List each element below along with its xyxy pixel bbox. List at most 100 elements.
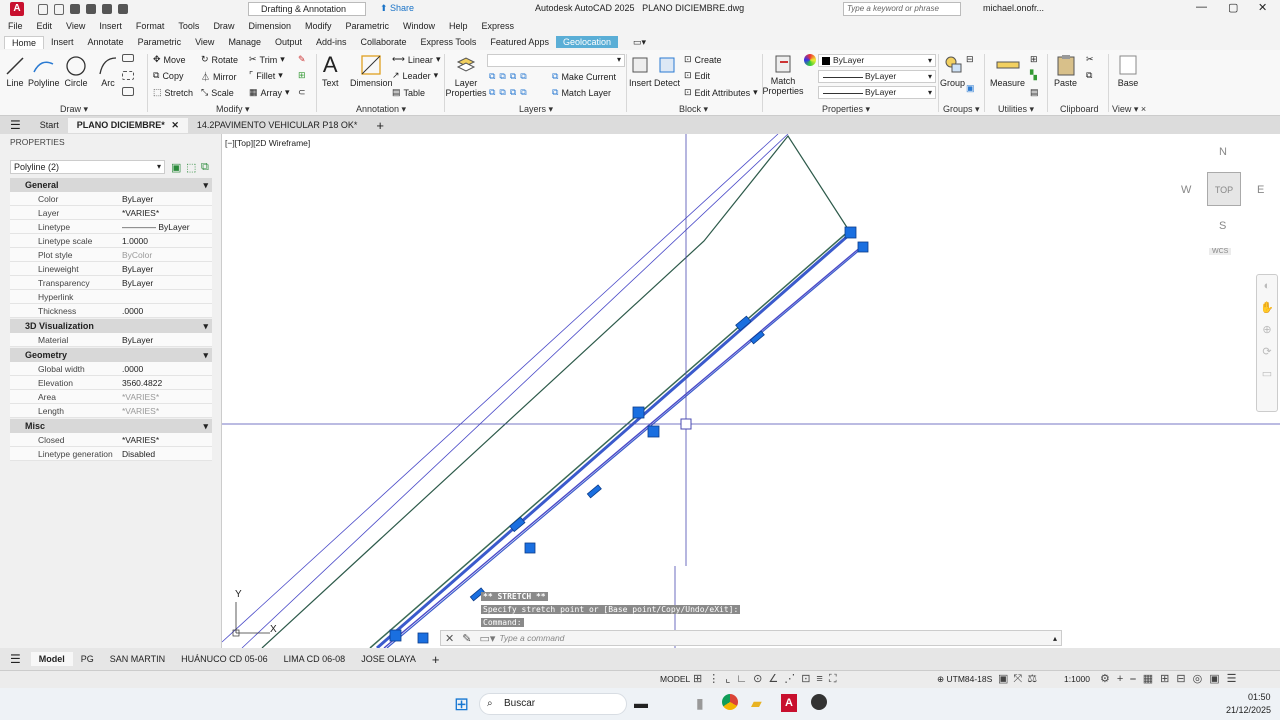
property-row[interactable]: Linetype scale 1.0000 xyxy=(10,234,212,248)
viewcube[interactable]: N W E TOP S WCS xyxy=(1177,142,1264,262)
layout-tab[interactable]: Model xyxy=(30,652,73,666)
collapse-icon[interactable]: ▾ xyxy=(203,350,208,361)
property-row[interactable]: Area *VARIES* xyxy=(10,390,212,404)
property-row[interactable]: Color ByLayer xyxy=(10,192,212,206)
menu-help[interactable]: Help xyxy=(449,21,468,31)
section-misc[interactable]: Misc ▾ xyxy=(10,419,212,433)
close-button[interactable]: ✕ xyxy=(1258,1,1267,14)
edit-block-button[interactable]: ⊡ Edit xyxy=(684,70,710,81)
color-dropdown[interactable]: ByLayer ▾ xyxy=(818,54,936,67)
trim-button[interactable]: ✂ Trim ▾ xyxy=(249,54,285,65)
doc-tab-start[interactable]: Start xyxy=(31,118,68,132)
property-value[interactable]: ByColor xyxy=(122,250,212,260)
collapse-icon[interactable]: ▾ xyxy=(203,180,208,191)
offset-button[interactable]: ⊂ xyxy=(298,87,306,98)
measure-button[interactable]: Measure xyxy=(990,52,1025,88)
cut-button[interactable]: ✂ xyxy=(1086,54,1094,65)
line-button[interactable]: Line xyxy=(4,54,26,88)
dimension-button[interactable]: Dimension xyxy=(350,52,393,88)
chrome-icon[interactable] xyxy=(722,694,738,710)
ribbon-tab-home[interactable]: Home xyxy=(4,35,45,49)
section-general[interactable]: General ▾ xyxy=(10,178,212,192)
showmotion-icon[interactable]: ▭ xyxy=(1257,363,1277,385)
menu-dimension[interactable]: Dimension xyxy=(248,21,291,31)
command-history-toggle[interactable]: ▴ xyxy=(1053,634,1061,643)
property-row[interactable]: Thickness .0000 xyxy=(10,304,212,318)
new-tab-button[interactable]: + xyxy=(366,118,394,133)
properties-panel-label[interactable]: Properties ▾ xyxy=(822,104,870,115)
status-tool-icons[interactable]: ⊞⋮⌞∟⊙∠⋰⊡≡⛶ xyxy=(693,672,843,686)
menu-modify[interactable]: Modify xyxy=(305,21,332,31)
property-row[interactable]: Material ByLayer xyxy=(10,333,212,347)
property-row[interactable]: Global width .0000 xyxy=(10,362,212,376)
menu-view[interactable]: View xyxy=(66,21,85,31)
file-explorer-icon[interactable]: ▮ xyxy=(696,695,704,712)
groups-panel-label[interactable]: Groups ▾ xyxy=(943,104,980,115)
ungroup-button[interactable]: ⊟ xyxy=(966,54,974,65)
model-space-button[interactable]: MODEL xyxy=(660,674,690,684)
section-3d-visualization[interactable]: 3D Visualization ▾ xyxy=(10,319,212,333)
boundary-button[interactable] xyxy=(122,87,134,96)
new-layout-button[interactable]: + xyxy=(424,652,448,667)
property-row[interactable]: Lineweight ByLayer xyxy=(10,262,212,276)
annotation-panel-label[interactable]: Annotation ▾ xyxy=(356,104,406,115)
property-row[interactable]: Transparency ByLayer xyxy=(10,276,212,290)
viewcube-north[interactable]: N xyxy=(1219,146,1227,158)
linear-button[interactable]: ⟷ Linear ▾ xyxy=(392,54,440,65)
full-navigation-wheel-icon[interactable]: ◐ xyxy=(1257,275,1277,297)
ribbon-tab-manage[interactable]: Manage xyxy=(221,36,268,48)
property-value[interactable]: Disabled xyxy=(122,449,212,459)
utility-tool-2[interactable]: ▚ xyxy=(1030,70,1037,81)
property-value[interactable]: *VARIES* xyxy=(122,208,212,218)
fillet-button[interactable]: ⌜ Fillet ▾ xyxy=(249,70,283,81)
ribbon-tab-featured-apps[interactable]: Featured Apps xyxy=(483,36,556,48)
polyline-button[interactable]: Polyline xyxy=(28,54,60,88)
group-button[interactable]: Group xyxy=(940,52,965,88)
ribbon-tab-view[interactable]: View xyxy=(188,36,221,48)
move-button[interactable]: ✥ Move xyxy=(153,54,186,65)
drawing-geometry[interactable] xyxy=(222,134,1280,648)
group-select-button[interactable]: ▣ xyxy=(966,83,975,94)
ribbon-tab-express-tools[interactable]: Express Tools xyxy=(414,36,484,48)
paste-button[interactable]: Paste xyxy=(1054,52,1077,88)
quick-select-icon[interactable]: ▣ xyxy=(171,161,181,174)
copy-button[interactable]: ⧉ Copy xyxy=(153,70,183,81)
array-button[interactable]: ▦ Array ▾ xyxy=(249,87,290,98)
layer-tools-row2[interactable]: ⧉⧉⧉⧉ xyxy=(489,87,531,98)
circle-button[interactable]: Circle xyxy=(64,54,88,88)
viewcube-south[interactable]: S xyxy=(1219,220,1226,232)
command-line[interactable]: ✕ ✎ ▭▾ Type a command ▴ xyxy=(440,630,1062,646)
close-command-icon[interactable]: ✕ xyxy=(441,632,458,645)
rectangle-button[interactable] xyxy=(122,54,134,62)
property-value[interactable]: ByLayer xyxy=(122,278,212,288)
layer-tools-row1[interactable]: ⧉⧉⧉⧉ xyxy=(489,71,531,82)
menu-parametric[interactable]: Parametric xyxy=(346,21,390,31)
viewcube-top-face[interactable]: TOP xyxy=(1207,172,1241,206)
menu-draw[interactable]: Draw xyxy=(213,21,234,31)
doc-tab-plano-diciembre[interactable]: PLANO DICIEMBRE* ✕ xyxy=(67,117,188,133)
ribbon-options-icon[interactable]: ▭▾ xyxy=(626,36,653,49)
menu-window[interactable]: Window xyxy=(403,21,435,31)
windows-start-icon[interactable]: ⊞ xyxy=(454,694,469,715)
folder-icon[interactable]: ▰ xyxy=(751,695,762,712)
app-icon[interactable] xyxy=(811,694,827,710)
property-row[interactable]: Hyperlink xyxy=(10,290,212,304)
leader-button[interactable]: ↗ Leader ▾ xyxy=(392,70,438,81)
coordinate-system-button[interactable]: ⊕ UTM84-18S xyxy=(937,674,992,685)
property-row[interactable]: Length *VARIES* xyxy=(10,404,212,418)
menu-file[interactable]: File xyxy=(8,21,23,31)
edit-attributes-button[interactable]: ⊡ Edit Attributes ▾ xyxy=(684,87,758,98)
maximize-button[interactable]: ▢ xyxy=(1228,1,1238,14)
table-button[interactable]: ▤ Table xyxy=(392,87,425,98)
property-value[interactable]: 3560.4822 xyxy=(122,378,212,388)
section-geometry[interactable]: Geometry ▾ xyxy=(10,348,212,362)
match-properties-button[interactable]: Match Properties xyxy=(763,52,804,96)
collapse-icon[interactable]: ▾ xyxy=(203,421,208,432)
property-row[interactable]: Linetype generation Disabled xyxy=(10,447,212,461)
viewcube-west[interactable]: W xyxy=(1181,184,1191,196)
ribbon-tab-output[interactable]: Output xyxy=(268,36,309,48)
property-value[interactable]: *VARIES* xyxy=(122,435,212,445)
doc-tab-pavimento[interactable]: 14.2PAVIMENTO VEHICULAR P18 OK* xyxy=(188,118,367,132)
layout-tab[interactable]: HUÁNUCO CD 05-06 xyxy=(173,652,276,666)
menu-tools[interactable]: Tools xyxy=(178,21,199,31)
